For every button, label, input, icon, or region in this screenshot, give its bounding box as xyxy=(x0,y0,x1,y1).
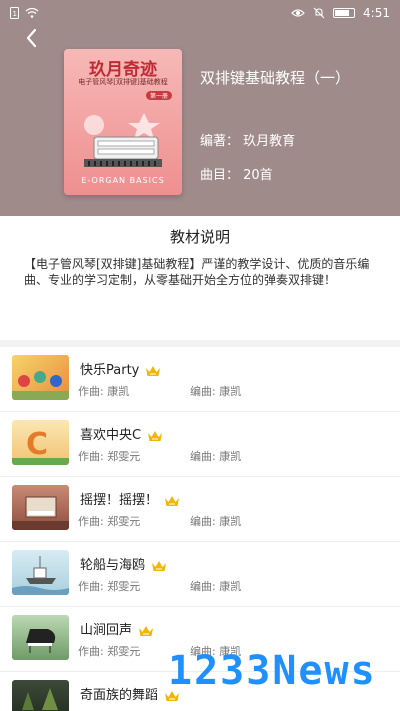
song-title-line: 快乐Party xyxy=(80,359,161,378)
sim-icon: 1 xyxy=(10,7,19,19)
description-text: 【电子管风琴[双排键]基础教程】严谨的教学设计、优质的音乐编曲、专业的学习定制，… xyxy=(24,257,370,287)
vip-crown-icon xyxy=(165,495,180,506)
header: 1 4:51 玖月奇迹 电子管风琴[双排键]基础教程 第一册 E-ORGAN B… xyxy=(0,0,400,216)
song-title: 轮船与海鸥 xyxy=(80,558,146,573)
song-thumbnail xyxy=(12,680,69,711)
song-title-line: 摇摆！摇摆！ xyxy=(80,489,180,508)
battery-icon xyxy=(333,8,356,18)
description-heading: 教材说明 xyxy=(169,228,230,246)
status-time: 4:51 xyxy=(363,6,390,20)
ship-image-icon xyxy=(12,556,69,595)
mute-bell-icon xyxy=(313,7,325,19)
cover-english: E-ORGAN BASICS xyxy=(81,176,165,185)
song-thumbnail xyxy=(12,355,69,400)
song-row[interactable]: 摇摆！摇摆！ 作曲: 郑雯元 编曲: 康凯 xyxy=(0,477,400,542)
song-composer: 作曲: 郑雯元 xyxy=(78,450,141,463)
song-title: 喜欢中央C xyxy=(80,428,142,443)
song-title: 山涧回声 xyxy=(80,623,133,638)
grand-piano-image-icon xyxy=(26,629,56,653)
forest-image-icon xyxy=(22,688,58,710)
chevron-left-icon xyxy=(26,28,37,48)
song-title: 奇面族的舞蹈 xyxy=(80,688,159,703)
song-arranger: 编曲: 康凯 xyxy=(190,450,242,463)
song-row[interactable]: 轮船与海鸥 作曲: 郑雯元 编曲: 康凯 xyxy=(0,542,400,607)
status-left: 1 xyxy=(10,7,39,19)
song-thumbnail: C xyxy=(12,420,69,465)
piano-room-image-icon xyxy=(12,496,69,530)
vip-crown-icon xyxy=(139,625,154,636)
party-image-icon xyxy=(12,371,69,400)
song-title: 摇摆！摇摆！ xyxy=(80,493,159,508)
song-title-line: 奇面族的舞蹈 xyxy=(80,684,180,703)
song-thumbnail xyxy=(12,615,69,660)
song-arranger: 编曲: 康凯 xyxy=(190,580,242,593)
song-composer: 作曲: 郑雯元 xyxy=(78,580,141,593)
svg-text:1: 1 xyxy=(13,10,17,18)
vip-crown-icon xyxy=(146,365,161,376)
description-panel: 教材说明 【电子管风琴[双排键]基础教程】严谨的教学设计、优质的音乐编曲、专业的… xyxy=(0,216,400,340)
vip-crown-icon xyxy=(148,430,163,441)
cover-volume: 第一册 xyxy=(145,91,172,100)
book-title: 双排键基础教程（一） xyxy=(200,69,351,87)
song-title: 快乐Party xyxy=(80,363,140,378)
svg-text:C: C xyxy=(26,427,48,462)
song-composer: 作曲: 郑雯元 xyxy=(78,645,141,658)
letter-c-image-icon: C xyxy=(12,427,69,465)
watermark-logo: 1233News xyxy=(168,648,377,694)
status-bar: 1 4:51 xyxy=(0,0,400,26)
status-right: 4:51 xyxy=(291,6,390,20)
eye-icon xyxy=(291,9,305,17)
song-arranger: 编曲: 康凯 xyxy=(190,385,242,398)
wifi-icon xyxy=(25,8,39,18)
back-button[interactable] xyxy=(20,26,44,50)
book-author: 编著： 玖月教育 xyxy=(200,134,296,149)
song-arranger: 编曲: 康凯 xyxy=(190,515,242,528)
cover-subtitle: 电子管风琴[双排键]基础教程 xyxy=(78,78,168,86)
song-title-line: 轮船与海鸥 xyxy=(80,554,167,573)
song-title-line: 喜欢中央C xyxy=(80,424,163,443)
song-thumbnail xyxy=(12,550,69,595)
song-row[interactable]: C 喜欢中央C 作曲: 郑雯元 编曲: 康凯 xyxy=(0,412,400,477)
book-cover: 玖月奇迹 电子管风琴[双排键]基础教程 第一册 E-ORGAN BASICS xyxy=(64,49,182,195)
song-composer: 作曲: 郑雯元 xyxy=(78,515,141,528)
organ-illustration-icon xyxy=(84,113,162,167)
song-row[interactable]: 快乐Party 作曲: 康凯 编曲: 康凯 xyxy=(0,347,400,412)
book-track-count: 曲目： 20首 xyxy=(200,168,273,183)
song-title-line: 山涧回声 xyxy=(80,619,154,638)
vip-crown-icon xyxy=(152,560,167,571)
song-composer: 作曲: 康凯 xyxy=(78,385,130,398)
song-thumbnail xyxy=(12,485,69,530)
